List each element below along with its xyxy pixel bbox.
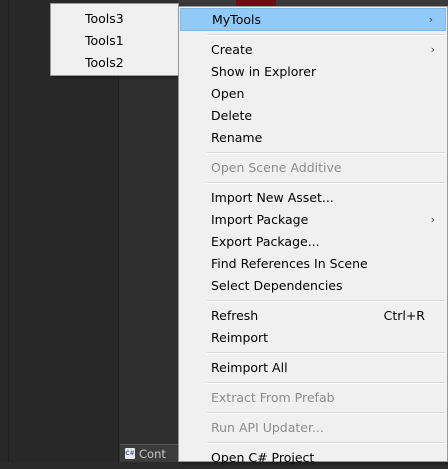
menu-item-label: Tools1 (85, 33, 124, 48)
menu-separator (207, 34, 445, 36)
menu-item-label: Export Package... (211, 234, 320, 249)
menu-item-label: Reimport All (211, 360, 288, 375)
mytools-submenu: Tools3 Tools1 Tools2 (50, 3, 179, 76)
menu-item-mytools[interactable]: MyTools › (180, 8, 446, 31)
csharp-file-icon: C# (125, 448, 135, 459)
project-asset-item[interactable]: C# Cont (120, 444, 178, 462)
menu-item-open[interactable]: Open (179, 83, 447, 105)
menu-item-label: Delete (211, 108, 253, 123)
shortcut-label: Ctrl+R (383, 308, 425, 323)
menu-item-open-csharp-project[interactable]: Open C# Project (179, 447, 447, 469)
chevron-right-icon: › (430, 43, 435, 56)
menu-item-label: Import Package (211, 212, 309, 227)
menu-item-find-references[interactable]: Find References In Scene (179, 253, 447, 275)
menu-item-label: Create (211, 42, 253, 57)
menu-item-label: Show in Explorer (211, 64, 317, 79)
menu-item-label: Run API Updater... (211, 420, 324, 435)
menu-item-show-in-explorer[interactable]: Show in Explorer (179, 61, 447, 83)
menu-separator (207, 152, 445, 154)
menu-item-create[interactable]: Create › (179, 39, 447, 61)
menu-separator (207, 382, 445, 384)
menu-item-tools3[interactable]: Tools3 (51, 8, 178, 30)
menu-separator (207, 412, 445, 414)
menu-item-label: Tools3 (85, 11, 124, 26)
panel-divider (8, 0, 9, 462)
menu-item-tools2[interactable]: Tools2 (51, 52, 178, 74)
menu-item-label: Extract From Prefab (211, 390, 335, 405)
menu-item-reimport-all[interactable]: Reimport All (179, 357, 447, 379)
menu-item-label: MyTools (212, 12, 261, 27)
menu-item-export-package[interactable]: Export Package... (179, 231, 447, 253)
menu-item-label: Find References In Scene (211, 256, 368, 271)
menu-item-label: Open Scene Additive (211, 160, 342, 175)
menu-item-open-scene-additive: Open Scene Additive (179, 157, 447, 179)
menu-separator (207, 300, 445, 302)
assets-context-menu: MyTools › Create › Show in Explorer Open… (178, 6, 448, 465)
menu-item-label: Select Dependencies (211, 278, 343, 293)
chevron-right-icon: › (430, 213, 435, 226)
menu-separator (207, 352, 445, 354)
menu-item-label: Open (211, 86, 245, 101)
menu-item-label: Refresh (211, 308, 259, 323)
menu-separator (207, 442, 445, 444)
menu-item-label: Import New Asset... (211, 190, 334, 205)
chevron-right-icon: › (428, 13, 433, 26)
menu-item-import-new-asset[interactable]: Import New Asset... (179, 187, 447, 209)
menu-item-select-dependencies[interactable]: Select Dependencies (179, 275, 447, 297)
menu-item-label: Open C# Project (211, 450, 315, 465)
menu-item-reimport[interactable]: Reimport (179, 327, 447, 349)
menu-item-delete[interactable]: Delete (179, 105, 447, 127)
menu-item-label: Reimport (211, 330, 269, 345)
menu-item-label: Rename (211, 130, 263, 145)
menu-item-tools1[interactable]: Tools1 (51, 30, 178, 52)
menu-item-refresh[interactable]: Refresh Ctrl+R (179, 305, 447, 327)
menu-item-rename[interactable]: Rename (179, 127, 447, 149)
menu-item-extract-from-prefab: Extract From Prefab (179, 387, 447, 409)
menu-item-run-api-updater: Run API Updater... (179, 417, 447, 439)
asset-label: Cont (139, 446, 166, 461)
menu-separator (207, 182, 445, 184)
menu-item-label: Tools2 (85, 55, 124, 70)
menu-item-import-package[interactable]: Import Package › (179, 209, 447, 231)
